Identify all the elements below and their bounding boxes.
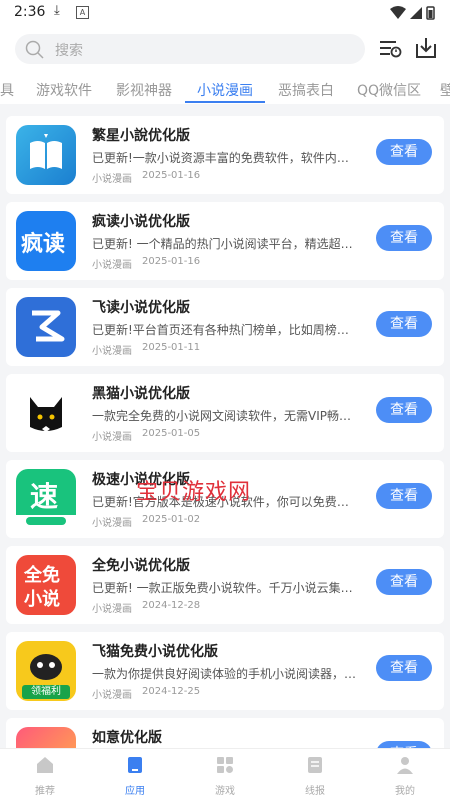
list-item[interactable]: 疯读 疯读小说优化版 已更新! 一个精品的热门小说阅读平台，精选超多... 小说… [6, 202, 444, 280]
nav-label: 线报 [305, 786, 325, 797]
a-badge-icon: A [76, 6, 89, 19]
tab-novel-comic[interactable]: 小说漫画 [197, 80, 253, 100]
nav-label: 推荐 [35, 786, 55, 797]
app-category: 小说漫画 [92, 690, 132, 701]
games-icon [217, 757, 233, 773]
nav-item-news[interactable]: 线报 [285, 755, 345, 797]
status-right-icons [388, 5, 436, 25]
nav-label: 应用 [125, 786, 145, 797]
history-list-icon[interactable] [378, 36, 402, 64]
app-icon-black-cat [16, 383, 76, 443]
nav-item-apps[interactable]: 应用 [105, 755, 165, 797]
list-item[interactable]: 如意优化版 查看 [6, 718, 444, 748]
app-desc: 已更新! 一款正版免费小说软件。千万小说云集，... [92, 581, 358, 595]
app-name: 全免小说优化版 [92, 558, 190, 574]
app-name: 繁星小說优化版 [92, 128, 190, 144]
view-button[interactable]: 查看 [376, 655, 432, 681]
nav-label: 游戏 [215, 786, 235, 797]
app-icon-fengdu: 疯读 [16, 211, 76, 271]
app-date: 2025-01-16 [142, 256, 201, 267]
app-date: 2024-12-28 [142, 600, 201, 611]
app-icon-text: 速 [30, 480, 59, 513]
list-item[interactable]: 飞读小说优化版 已更新!平台首页还有各种热门榜单，比如周榜、... 小说漫画 2… [6, 288, 444, 366]
news-icon [308, 757, 322, 773]
category-tabs: 具 游戏软件 影视神器 小说漫画 恶搞表白 QQ微信区 壁 [0, 76, 450, 104]
tab-prank-confession[interactable]: 恶搞表白 [278, 80, 334, 100]
app-icon-text: 小说 [24, 589, 60, 610]
app-category: 小说漫画 [92, 346, 132, 357]
app-name: 疯读小说优化版 [92, 214, 190, 230]
app-desc: 已更新! 一个精品的热门小说阅读平台，精选超多... [92, 237, 358, 251]
header: 搜索 [0, 26, 450, 76]
download-icon: ⤓ [54, 3, 60, 18]
view-button[interactable]: 查看 [376, 741, 432, 748]
view-button[interactable]: 查看 [376, 139, 432, 165]
app-desc: 一款完全免费的小说网文阅读软件，无需VIP畅读... [92, 409, 358, 423]
home-icon [37, 757, 53, 773]
tab-qq-wechat[interactable]: QQ微信区 [357, 80, 421, 100]
app-icon-quanmian: 全免 小说 [16, 555, 76, 615]
bottom-nav: 推荐 应用 游戏 线报 我的 [0, 748, 450, 801]
app-date: 2025-01-11 [142, 342, 201, 353]
nav-item-profile[interactable]: 我的 [375, 755, 435, 797]
tab-video-tools[interactable]: 影视神器 [116, 80, 172, 100]
tab-tools[interactable]: 具 [0, 80, 14, 100]
app-name: 飞猫免费小说优化版 [92, 644, 218, 660]
active-tab-indicator [185, 101, 265, 103]
app-date: 2024-12-25 [142, 686, 201, 697]
app-name: 飞读小说优化版 [92, 300, 190, 316]
app-icon-text: 全免 [24, 565, 60, 586]
view-button[interactable]: 查看 [376, 225, 432, 251]
app-date: 2025-01-16 [142, 170, 201, 181]
app-date: 2025-01-05 [142, 428, 201, 439]
search-icon [25, 40, 45, 64]
view-button[interactable]: 查看 [376, 569, 432, 595]
list-item[interactable]: 繁星小說优化版 已更新!一款小说资源丰富的免费软件，软件内的... 小说漫画 2… [6, 116, 444, 194]
app-category: 小说漫画 [92, 432, 132, 443]
app-icon-text: 疯读 [21, 232, 66, 257]
app-category: 小说漫画 [92, 174, 132, 185]
app-icon-book [16, 125, 76, 185]
app-category: 小说漫画 [92, 604, 132, 615]
profile-icon [397, 757, 413, 774]
app-icon-badge: 领福利 [22, 685, 70, 699]
view-button[interactable]: 查看 [376, 311, 432, 337]
nav-item-recommend[interactable]: 推荐 [15, 755, 75, 797]
list-item[interactable]: 领福利 飞猫免费小说优化版 一款为你提供良好阅读体验的手机小说阅读器，通... … [6, 632, 444, 710]
app-icon-jisu: 速 [16, 469, 76, 529]
list-item[interactable]: 全免 小说 全免小说优化版 已更新! 一款正版免费小说软件。千万小说云集，...… [6, 546, 444, 624]
app-name: 黑猫小说优化版 [92, 386, 190, 402]
app-desc: 已更新!一款小说资源丰富的免费软件，软件内的... [92, 151, 358, 165]
app-category: 小说漫画 [92, 260, 132, 271]
nav-item-games[interactable]: 游戏 [195, 755, 255, 797]
app-desc: 一款为你提供良好阅读体验的手机小说阅读器，通... [92, 667, 358, 681]
app-desc: 已更新!平台首页还有各种热门榜单，比如周榜、... [92, 323, 358, 337]
status-bar: 2:36 ⤓ A [0, 0, 450, 26]
view-button[interactable]: 查看 [376, 397, 432, 423]
download-manager-icon[interactable] [414, 36, 438, 64]
app-date: 2025-01-02 [142, 514, 201, 525]
apps-icon [128, 757, 142, 773]
search-placeholder: 搜索 [55, 43, 83, 59]
nav-label: 我的 [395, 786, 415, 797]
app-icon-ruyi [16, 727, 76, 748]
search-input[interactable]: 搜索 [15, 34, 365, 64]
wifi-battery-icon [390, 6, 435, 20]
view-button[interactable]: 查看 [376, 483, 432, 509]
app-icon-feidu [16, 297, 76, 357]
app-icon-feimao: 领福利 [16, 641, 76, 701]
app-category: 小说漫画 [92, 518, 132, 529]
status-time: 2:36 [14, 4, 46, 20]
tab-game-software[interactable]: 游戏软件 [36, 80, 92, 100]
watermark: 宝贝游戏网 [136, 480, 252, 505]
tab-wallpaper[interactable]: 壁 [440, 80, 450, 100]
list-item[interactable]: 黑猫小说优化版 一款完全免费的小说网文阅读软件，无需VIP畅读... 小说漫画 … [6, 374, 444, 452]
app-name: 如意优化版 [92, 730, 162, 746]
app-list: 繁星小說优化版 已更新!一款小说资源丰富的免费软件，软件内的... 小说漫画 2… [0, 108, 450, 748]
